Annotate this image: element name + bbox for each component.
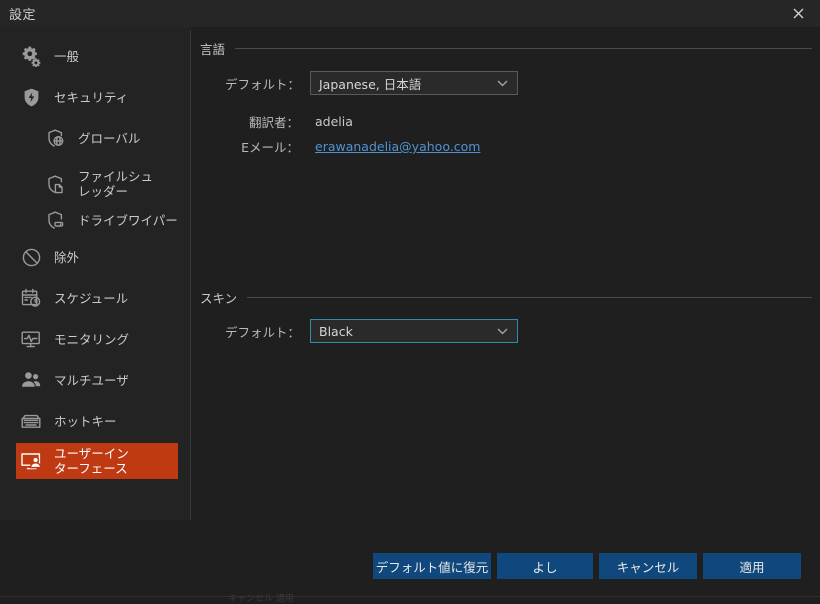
skin-section-header: スキン xyxy=(200,288,812,307)
translator-value: adelia xyxy=(315,114,353,129)
skin-select[interactable]: Black xyxy=(310,319,518,343)
sidebar-item-label: ドライブワイパー xyxy=(78,212,178,228)
section-rule xyxy=(247,297,812,298)
sidebar-item-2[interactable]: セキュリティ xyxy=(16,83,178,111)
email-row: Eメール： erawanadelia@yahoo.com xyxy=(225,137,480,156)
section-rule xyxy=(235,48,812,49)
email-label: Eメール： xyxy=(241,140,299,155)
language-default-row: デフォルト： Japanese, 日本語 xyxy=(225,71,518,95)
keyboard-icon xyxy=(16,410,46,432)
shield-bolt-icon xyxy=(16,87,46,108)
sidebar-item-4[interactable]: ファイルシュレッダー xyxy=(40,165,178,203)
chevron-down-icon xyxy=(497,320,508,342)
sidebar-item-9[interactable]: マルチユーザ xyxy=(16,366,178,394)
clipped-bottom-text: キャンセル 適用 xyxy=(228,594,294,603)
sidebar-item-11[interactable]: ユーザーインターフェース xyxy=(16,443,178,479)
user-interface-icon xyxy=(16,450,46,473)
sidebar-item-label: ユーザーインターフェース xyxy=(54,446,129,476)
sidebar-item-label: グローバル xyxy=(78,130,141,146)
title-bar: 設定 xyxy=(0,0,820,27)
sidebar-item-label: マルチユーザ xyxy=(54,372,129,388)
skin-select-value: Black xyxy=(319,323,353,339)
skin-section-label: スキン xyxy=(200,291,238,306)
skin-default-row: デフォルト： Black xyxy=(225,319,518,343)
skin-default-label: デフォルト： xyxy=(225,324,301,340)
gears-icon xyxy=(16,45,46,67)
shield-drive-icon xyxy=(40,210,70,231)
content-panel: 言語 デフォルト： Japanese, 日本語 翻訳者： adelia Eメール… xyxy=(191,27,820,520)
settings-dialog: 設定 一般 セキュリティ グローバル ファイルシュレッダー ドライブワイパー 除… xyxy=(0,0,820,604)
sidebar-item-5[interactable]: ドライブワイパー xyxy=(40,206,178,234)
translator-row: 翻訳者： adelia xyxy=(225,112,353,131)
email-link[interactable]: erawanadelia@yahoo.com xyxy=(315,139,480,154)
calendar-clock-icon xyxy=(16,287,46,309)
sidebar-item-label: セキュリティ xyxy=(54,89,129,105)
sidebar-item-1[interactable]: 一般 xyxy=(16,42,178,70)
sidebar-item-label: モニタリング xyxy=(54,331,130,347)
ok-button[interactable]: よし xyxy=(497,553,593,579)
restore-defaults-button[interactable]: デフォルト値に復元 xyxy=(373,553,491,579)
sidebar-item-3[interactable]: グローバル xyxy=(40,124,178,152)
people-icon xyxy=(16,369,46,391)
chevron-down-icon xyxy=(497,72,508,94)
sidebar: 一般 セキュリティ グローバル ファイルシュレッダー ドライブワイパー 除外 ス… xyxy=(0,27,190,520)
monitor-pulse-icon xyxy=(16,328,46,350)
sidebar-item-8[interactable]: モニタリング xyxy=(16,325,178,353)
sidebar-item-10[interactable]: ホットキー xyxy=(16,407,178,435)
apply-button[interactable]: 適用 xyxy=(703,553,801,579)
language-section-header: 言語 xyxy=(200,39,812,58)
sidebar-item-6[interactable]: 除外 xyxy=(16,243,178,271)
translator-label: 翻訳者： xyxy=(248,115,299,130)
cancel-button[interactable]: キャンセル xyxy=(599,553,697,579)
language-default-label: デフォルト： xyxy=(225,76,301,92)
sidebar-item-label: ファイルシュレッダー xyxy=(78,169,154,199)
language-section-label: 言語 xyxy=(200,42,226,57)
sidebar-item-label: スケジュール xyxy=(54,290,129,306)
sidebar-item-label: ホットキー xyxy=(54,413,117,429)
window-title: 設定 xyxy=(9,8,37,23)
shield-globe-icon xyxy=(40,128,70,149)
language-select-value: Japanese, 日本語 xyxy=(319,76,422,92)
sidebar-item-label: 一般 xyxy=(54,48,80,64)
sidebar-item-label: 除外 xyxy=(54,249,80,265)
language-select[interactable]: Japanese, 日本語 xyxy=(310,71,518,95)
sidebar-item-7[interactable]: スケジュール xyxy=(16,284,178,312)
no-entry-icon xyxy=(16,247,46,268)
close-icon[interactable] xyxy=(786,2,810,24)
shield-file-icon xyxy=(40,174,70,195)
